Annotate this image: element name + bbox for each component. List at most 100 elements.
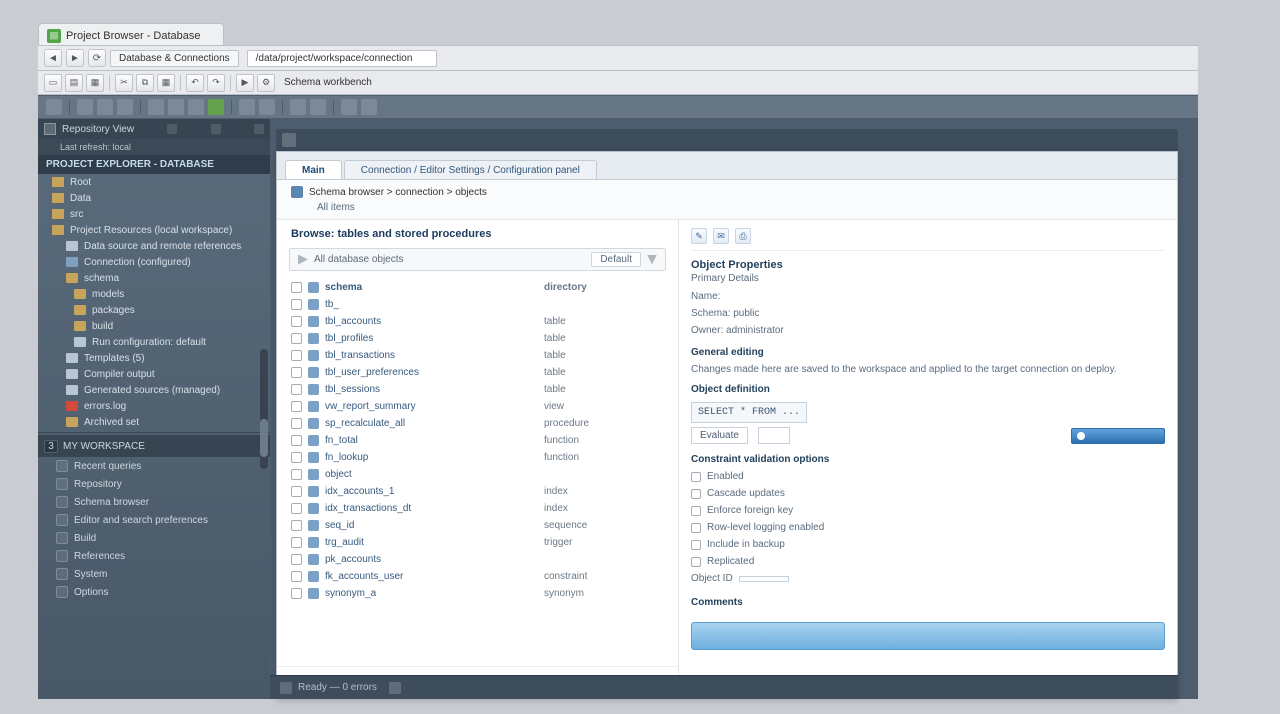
tree-item[interactable]: src bbox=[38, 206, 270, 222]
list-item[interactable]: fn_totalfunction bbox=[291, 432, 664, 449]
favorite-item[interactable]: Repository bbox=[38, 475, 270, 493]
checkbox-icon[interactable] bbox=[291, 384, 302, 395]
tab-connection[interactable]: Connection / Editor Settings / Configura… bbox=[344, 160, 597, 179]
list-item[interactable]: schemadirectory bbox=[291, 279, 664, 296]
opt-logging-row[interactable]: Row-level logging enabled bbox=[691, 519, 1165, 536]
list-item[interactable]: idx_transactions_dtindex bbox=[291, 500, 664, 517]
opt-replicated-row[interactable]: Replicated bbox=[691, 553, 1165, 570]
sidebar-scrollbar[interactable] bbox=[260, 349, 268, 469]
list-item[interactable]: pk_accounts bbox=[291, 551, 664, 568]
tool-c-icon[interactable] bbox=[341, 99, 357, 115]
project-icon[interactable] bbox=[77, 99, 93, 115]
list-item[interactable]: synonym_asynonym bbox=[291, 585, 664, 602]
tree-item[interactable]: Compiler output bbox=[38, 366, 270, 382]
favorite-item[interactable]: References bbox=[38, 547, 270, 565]
run-button[interactable]: ▶ bbox=[236, 74, 254, 92]
search-icon[interactable] bbox=[239, 99, 255, 115]
list-item[interactable]: vw_report_summaryview bbox=[291, 398, 664, 415]
checkbox-icon[interactable] bbox=[291, 367, 302, 378]
favorite-item[interactable]: Build bbox=[38, 529, 270, 547]
sidebar-section-header[interactable]: Repository View bbox=[38, 119, 270, 139]
list-item[interactable]: tbl_sessionstable bbox=[291, 381, 664, 398]
address-input[interactable]: /data/project/workspace/connection bbox=[247, 50, 437, 67]
stop-icon[interactable] bbox=[188, 99, 204, 115]
expression-input[interactable] bbox=[758, 427, 790, 444]
redo-button[interactable]: ↷ bbox=[207, 74, 225, 92]
checkbox-icon[interactable] bbox=[291, 537, 302, 548]
paste-button[interactable]: ▦ bbox=[157, 74, 175, 92]
run-button[interactable] bbox=[1071, 428, 1165, 444]
opt-backup-row[interactable]: Include in backup bbox=[691, 536, 1165, 553]
servers-icon[interactable] bbox=[117, 99, 133, 115]
debug-icon[interactable] bbox=[168, 99, 184, 115]
tree-item[interactable]: models bbox=[38, 286, 270, 302]
checkbox-icon[interactable] bbox=[291, 316, 302, 327]
breadcrumb-path[interactable]: Schema browser > connection > objects bbox=[309, 187, 487, 198]
list-item[interactable]: object bbox=[291, 466, 664, 483]
checkbox-icon[interactable] bbox=[691, 540, 701, 550]
opt-cascade-row[interactable]: Cascade updates bbox=[691, 485, 1165, 502]
list-item[interactable]: fn_lookupfunction bbox=[291, 449, 664, 466]
tool-d-icon[interactable] bbox=[361, 99, 377, 115]
favorites-header[interactable]: 3 MY WORKSPACE bbox=[38, 435, 270, 457]
list-item[interactable]: seq_idsequence bbox=[291, 517, 664, 534]
action-bar-button[interactable] bbox=[691, 622, 1165, 650]
connect-icon[interactable] bbox=[208, 99, 224, 115]
list-item[interactable]: sp_recalculate_allprocedure bbox=[291, 415, 664, 432]
nav-reload-button[interactable]: ⟳ bbox=[88, 49, 106, 67]
opt-enabled-row[interactable]: Enabled bbox=[691, 468, 1165, 485]
checkbox-icon[interactable] bbox=[291, 469, 302, 480]
list-item[interactable]: tbl_accountstable bbox=[291, 313, 664, 330]
opt-fk-row[interactable]: Enforce foreign key bbox=[691, 502, 1165, 519]
tree-item[interactable]: Connection (configured) bbox=[38, 254, 270, 270]
checkbox-icon[interactable] bbox=[291, 588, 302, 599]
object-filter[interactable]: All database objects Default bbox=[289, 248, 666, 271]
checkbox-icon[interactable] bbox=[291, 435, 302, 446]
list-item[interactable]: tbl_user_preferencestable bbox=[291, 364, 664, 381]
evaluate-input[interactable]: Evaluate bbox=[691, 427, 748, 444]
minimize-icon[interactable] bbox=[167, 124, 177, 134]
tree-item[interactable]: Generated sources (managed) bbox=[38, 382, 270, 398]
list-item[interactable]: tbl_transactionstable bbox=[291, 347, 664, 364]
favorite-item[interactable]: Recent queries bbox=[38, 457, 270, 475]
menu-icon[interactable] bbox=[254, 124, 264, 134]
tree-item[interactable]: schema bbox=[38, 270, 270, 286]
copy-button[interactable]: ⧉ bbox=[136, 74, 154, 92]
list-item[interactable]: tb_ bbox=[291, 296, 664, 313]
tree-item[interactable]: Data source and remote references bbox=[38, 238, 270, 254]
checkbox-icon[interactable] bbox=[291, 452, 302, 463]
tree-item[interactable]: Project Resources (local workspace) bbox=[38, 222, 270, 238]
checkbox-icon[interactable] bbox=[291, 520, 302, 531]
tree-item[interactable]: Archived set bbox=[38, 414, 270, 430]
favorite-item[interactable]: Options bbox=[38, 583, 270, 601]
nav-back-button[interactable]: ◄ bbox=[44, 49, 62, 67]
checkbox-icon[interactable] bbox=[291, 350, 302, 361]
cut-button[interactable]: ✂ bbox=[115, 74, 133, 92]
play-icon[interactable] bbox=[148, 99, 164, 115]
list-item[interactable]: idx_accounts_1index bbox=[291, 483, 664, 500]
favorite-item[interactable]: System bbox=[38, 565, 270, 583]
list-item[interactable]: fk_accounts_userconstraint bbox=[291, 568, 664, 585]
maximize-icon[interactable] bbox=[211, 124, 221, 134]
list-item[interactable]: trg_audittrigger bbox=[291, 534, 664, 551]
tree-item[interactable]: Root bbox=[38, 174, 270, 190]
favorite-item[interactable]: Editor and search preferences bbox=[38, 511, 270, 529]
checkbox-icon[interactable] bbox=[291, 418, 302, 429]
sql-preview-input[interactable]: SELECT * FROM ... bbox=[691, 402, 807, 423]
tree-item[interactable]: Templates (5) bbox=[38, 350, 270, 366]
settings-button[interactable]: ⚙ bbox=[257, 74, 275, 92]
list-item[interactable]: tbl_profilestable bbox=[291, 330, 664, 347]
filter-value[interactable]: Default bbox=[591, 252, 641, 267]
tree-item[interactable]: build bbox=[38, 318, 270, 334]
address-scope[interactable]: Database & Connections bbox=[110, 50, 239, 67]
object-id-input[interactable] bbox=[739, 576, 789, 582]
checkbox-icon[interactable] bbox=[691, 472, 701, 482]
bookmark-icon[interactable] bbox=[259, 99, 275, 115]
print-icon[interactable]: ⎙ bbox=[735, 228, 751, 244]
chevron-down-icon[interactable] bbox=[647, 255, 657, 265]
favorite-item[interactable]: Schema browser bbox=[38, 493, 270, 511]
tree-item[interactable]: packages bbox=[38, 302, 270, 318]
new-file-button[interactable]: ▭ bbox=[44, 74, 62, 92]
database-icon[interactable] bbox=[97, 99, 113, 115]
checkbox-icon[interactable] bbox=[691, 523, 701, 533]
